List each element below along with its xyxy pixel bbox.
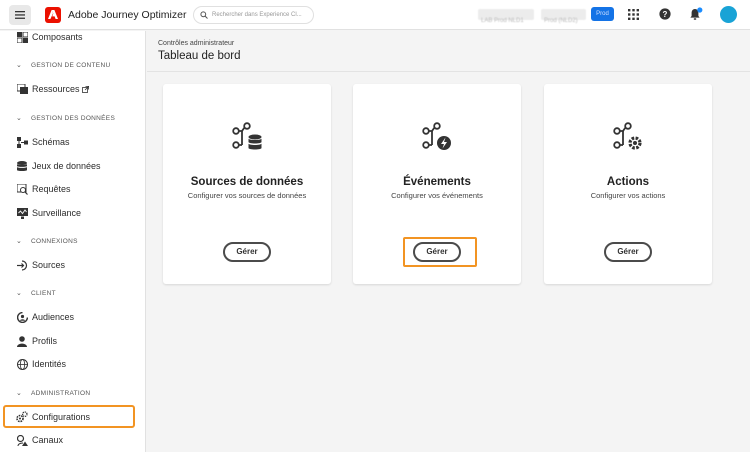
search-placeholder: Rechercher dans Experience Cl... [212, 12, 302, 18]
manage-events-button[interactable]: Gérer [413, 242, 461, 262]
section-connections[interactable]: ⌄ CONNEXIONS [0, 234, 145, 248]
chevron-down-icon: ⌄ [16, 238, 23, 245]
manage-data-sources-button[interactable]: Gérer [223, 242, 271, 262]
sidebar-item-composants[interactable]: Composants [0, 31, 145, 48]
menu-icon [15, 10, 25, 19]
card-title: Actions [606, 176, 650, 188]
card-subtitle: Configurer vos sources de données [187, 191, 307, 200]
channels-icon [16, 434, 28, 446]
card-subtitle: Configurer vos événements [391, 191, 483, 200]
gears-icon [16, 411, 28, 423]
sidebar-item-channels[interactable]: Canaux [0, 429, 145, 451]
schema-icon [16, 136, 28, 148]
menu-button[interactable] [9, 4, 31, 25]
audiences-icon [16, 311, 28, 323]
sandbox-switcher[interactable]: Prod (NLD2) [541, 9, 586, 24]
user-avatar[interactable] [720, 6, 737, 23]
chevron-down-icon: ⌄ [16, 115, 23, 122]
svg-text:?: ? [663, 10, 668, 19]
external-link-icon [81, 85, 89, 93]
card-events: Événements Configurer vos événements Gér… [353, 84, 521, 284]
sidebar-item-queries[interactable]: Requêtes [0, 178, 145, 200]
card-actions: Actions Configurer vos actions Gérer [544, 84, 712, 284]
section-client[interactable]: ⌄ CLIENT [0, 286, 145, 300]
apps-grid-icon [627, 8, 639, 20]
monitoring-icon [16, 207, 28, 219]
help-button[interactable]: ? [658, 7, 672, 21]
sidebar-item-sources[interactable]: Sources [0, 254, 145, 276]
sidebar-item-monitoring[interactable]: Surveillance [0, 202, 145, 224]
sidebar-item-profiles[interactable]: Profils [0, 330, 145, 352]
events-icon [422, 122, 451, 150]
chevron-down-icon: ⌄ [16, 390, 23, 397]
app-title[interactable]: Adobe Journey Optimizer [68, 9, 186, 21]
globe-icon [16, 358, 28, 370]
section-content-management[interactable]: ⌄ GESTION DE CONTENU [0, 58, 145, 72]
components-icon [16, 31, 28, 43]
person-icon [16, 335, 28, 347]
sidebar-item-schemas[interactable]: Schémas [0, 131, 145, 153]
actions-icon [613, 122, 642, 150]
query-icon [16, 183, 28, 195]
bell-icon [690, 7, 703, 20]
sidebar-item-audiences[interactable]: Audiences [0, 306, 145, 328]
data-sources-icon [232, 122, 262, 150]
database-icon [16, 160, 28, 172]
section-administration[interactable]: ⌄ ADMINISTRATION [0, 386, 145, 400]
breadcrumb[interactable]: Contrôles administrateur [158, 40, 234, 47]
notifications-button[interactable] [689, 7, 703, 21]
card-title: Événements [403, 176, 471, 188]
assets-icon [16, 83, 28, 95]
search-input[interactable]: Rechercher dans Experience Cl... [193, 6, 314, 24]
card-title: Sources de données [190, 176, 304, 188]
manage-actions-button[interactable]: Gérer [604, 242, 652, 262]
sidebar-item-datasets[interactable]: Jeux de données [0, 155, 145, 177]
top-bar: Adobe Journey Optimizer Rechercher dans … [0, 0, 750, 30]
sources-icon [16, 259, 28, 271]
chevron-down-icon: ⌄ [16, 290, 23, 297]
card-data-sources: Sources de données Configurer vos source… [163, 84, 331, 284]
sidebar-item-ressources[interactable]: Ressources [0, 78, 145, 100]
sidebar-item-identities[interactable]: Identités [0, 353, 145, 375]
org-switcher[interactable]: LAB Prod NLD1 [478, 9, 534, 24]
main-content: Contrôles administrateur Tableau de bord… [147, 31, 750, 452]
header-divider [147, 71, 750, 72]
adobe-logo-icon[interactable] [45, 6, 61, 23]
page-title: Tableau de bord [158, 50, 241, 62]
sidebar-item-configurations[interactable]: Configurations [0, 406, 145, 428]
search-icon [200, 11, 208, 19]
sidebar: Composants ⌄ GESTION DE CONTENU Ressourc… [0, 31, 146, 452]
chevron-down-icon: ⌄ [16, 62, 23, 69]
apps-button[interactable] [626, 7, 640, 21]
section-data-management[interactable]: ⌄ GESTION DES DONNÉES [0, 111, 145, 125]
card-subtitle: Configurer vos actions [590, 191, 666, 200]
environment-button[interactable]: Prod [591, 7, 614, 21]
help-icon: ? [659, 8, 671, 20]
